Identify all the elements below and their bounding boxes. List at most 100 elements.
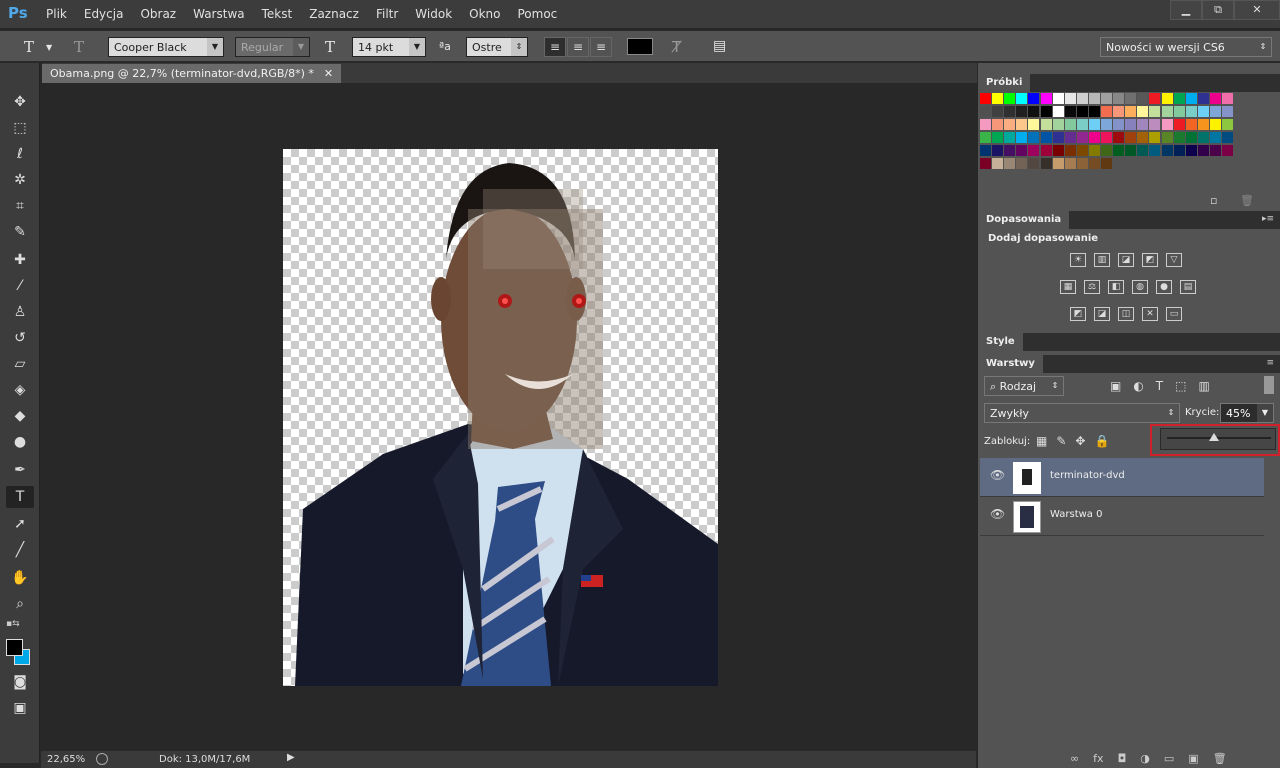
color-swatch[interactable] xyxy=(1064,158,1076,169)
color-swatch[interactable] xyxy=(1185,93,1197,104)
color-swatch[interactable] xyxy=(1137,93,1149,104)
adjustment-row2-5-icon[interactable]: ▤ xyxy=(1180,280,1196,294)
color-swatch[interactable] xyxy=(1209,145,1221,156)
color-swatch[interactable] xyxy=(1197,93,1209,104)
zoom-level[interactable]: 22,65% xyxy=(47,754,85,765)
tab-adjustments[interactable]: Dopasowania xyxy=(978,211,1070,229)
zoom-share-icon[interactable] xyxy=(96,753,108,765)
color-swatch[interactable] xyxy=(1161,93,1173,104)
color-swatch[interactable] xyxy=(1125,106,1137,117)
color-swatch[interactable] xyxy=(980,119,991,130)
color-swatch[interactable] xyxy=(1052,145,1064,156)
color-swatch[interactable] xyxy=(1209,119,1221,130)
adjustment-row1-3-icon[interactable]: ◩ xyxy=(1142,253,1158,267)
warp-text-icon[interactable]: Ⱦ xyxy=(672,38,681,56)
color-swatch[interactable] xyxy=(1076,132,1088,143)
color-swatch[interactable] xyxy=(1149,106,1161,117)
adjustment-row2-4-icon[interactable]: ● xyxy=(1156,280,1172,294)
status-menu-arrow-icon[interactable]: ▶ xyxy=(287,752,295,763)
color-swatch[interactable] xyxy=(1113,93,1125,104)
color-swatch[interactable] xyxy=(1125,93,1137,104)
color-swatch[interactable] xyxy=(1101,119,1112,130)
color-swatch[interactable] xyxy=(1028,132,1040,143)
color-swatch[interactable] xyxy=(1004,106,1016,117)
color-swatch[interactable] xyxy=(992,158,1004,169)
color-swatch[interactable] xyxy=(1149,145,1161,156)
adjustment-row2-2-icon[interactable]: ◧ xyxy=(1108,280,1124,294)
color-swatch[interactable] xyxy=(1040,145,1052,156)
eyedropper-tool-icon[interactable]: ✎ xyxy=(6,221,34,243)
eraser-tool-icon[interactable]: ▱ xyxy=(6,353,34,375)
zoom-tool-icon[interactable]: ⌕ xyxy=(6,593,34,615)
panel-menu-icon[interactable]: ▸≡ xyxy=(1262,214,1274,224)
history-brush-tool-icon[interactable]: ↺ xyxy=(6,327,34,349)
color-swatch[interactable] xyxy=(1064,93,1076,104)
workspace-select[interactable]: Nowości w wersji CS6 ⇕ xyxy=(1100,37,1272,57)
color-swatch[interactable] xyxy=(1113,106,1125,117)
color-swatch[interactable] xyxy=(1173,93,1185,104)
orientation-icon[interactable]: T xyxy=(74,38,84,56)
color-swatch[interactable] xyxy=(1088,106,1100,117)
fx-icon[interactable]: fx xyxy=(1093,752,1103,765)
color-swatch[interactable] xyxy=(1016,119,1028,130)
color-swatch[interactable] xyxy=(1028,106,1040,117)
color-swatch[interactable] xyxy=(992,93,1004,104)
adjustment-row2-1-icon[interactable]: ⚖ xyxy=(1084,280,1100,294)
color-swatch[interactable] xyxy=(1076,145,1088,156)
adjustment-row1-1-icon[interactable]: ▥ xyxy=(1094,253,1110,267)
color-swatch[interactable] xyxy=(1076,119,1088,130)
color-swatch[interactable] xyxy=(1040,132,1052,143)
mask-icon[interactable]: ◘ xyxy=(1118,752,1127,765)
color-swatch[interactable] xyxy=(1173,132,1185,143)
move-tool-icon[interactable]: ✥ xyxy=(6,91,34,113)
align-left-button[interactable]: ≡ xyxy=(544,37,566,57)
menu-select[interactable]: Zaznacz xyxy=(309,7,359,21)
filter-toggle[interactable] xyxy=(1264,376,1274,394)
adjustment-row3-4-icon[interactable]: ▭ xyxy=(1166,307,1182,321)
color-swatch[interactable] xyxy=(1052,132,1064,143)
adjustment-row3-2-icon[interactable]: ◫ xyxy=(1118,307,1134,321)
font-size-select[interactable]: 14 pkt ▼ xyxy=(352,37,426,57)
menu-type[interactable]: Tekst xyxy=(262,7,293,21)
color-swatch[interactable] xyxy=(1125,145,1137,156)
color-swatch[interactable] xyxy=(1197,145,1209,156)
layer-row-warstwa-0[interactable]: 👁 Warstwa 0 xyxy=(980,497,1264,536)
color-swatch[interactable] xyxy=(1173,145,1185,156)
color-swatch[interactable] xyxy=(1004,93,1016,104)
color-swatch[interactable] xyxy=(980,158,991,169)
color-swatch[interactable] xyxy=(1088,93,1100,104)
adjustment-row1-0-icon[interactable]: ☀ xyxy=(1070,253,1086,267)
color-swatch[interactable] xyxy=(1161,119,1173,130)
panel-menu-icon[interactable]: ≡ xyxy=(1266,358,1274,368)
delete-swatch-icon[interactable]: 🗑 xyxy=(1240,194,1254,207)
color-swatch[interactable] xyxy=(1173,119,1185,130)
color-swatch[interactable] xyxy=(1004,145,1016,156)
screen-mode-icon[interactable]: ▣ xyxy=(6,697,34,719)
color-swatch[interactable] xyxy=(1173,106,1185,117)
menu-image[interactable]: Obraz xyxy=(140,7,176,21)
align-right-button[interactable]: ≡ xyxy=(590,37,612,57)
color-swatch[interactable] xyxy=(1101,132,1112,143)
type-tool-icon[interactable]: T xyxy=(24,38,34,56)
color-swatch[interactable] xyxy=(1028,93,1040,104)
minimize-button[interactable]: ▁ xyxy=(1170,0,1202,20)
document-tab[interactable]: Obama.png @ 22,7% (terminator-dvd,RGB/8*… xyxy=(42,64,342,83)
color-swatch[interactable] xyxy=(992,132,1004,143)
group-icon[interactable]: ▭ xyxy=(1164,752,1174,765)
color-swatch[interactable] xyxy=(992,106,1004,117)
color-swatch[interactable] xyxy=(1040,158,1052,169)
color-swatch[interactable] xyxy=(992,119,1004,130)
color-swatch[interactable] xyxy=(1149,93,1161,104)
menu-help[interactable]: Pomoc xyxy=(517,7,557,21)
adjustment-row1-4-icon[interactable]: ▽ xyxy=(1166,253,1182,267)
color-swatch[interactable] xyxy=(980,93,991,104)
close-button[interactable]: ✕ xyxy=(1234,0,1280,20)
adjustment-row3-1-icon[interactable]: ◪ xyxy=(1094,307,1110,321)
color-swatch[interactable] xyxy=(1113,145,1125,156)
color-swatch[interactable] xyxy=(1101,158,1112,169)
foreground-color-swatch[interactable] xyxy=(6,639,23,656)
color-swatch[interactable] xyxy=(1088,145,1100,156)
marquee-tool-icon[interactable]: ⬚ xyxy=(6,117,34,139)
color-swatch[interactable] xyxy=(1040,119,1052,130)
tab-layers[interactable]: Warstwy xyxy=(978,355,1043,373)
